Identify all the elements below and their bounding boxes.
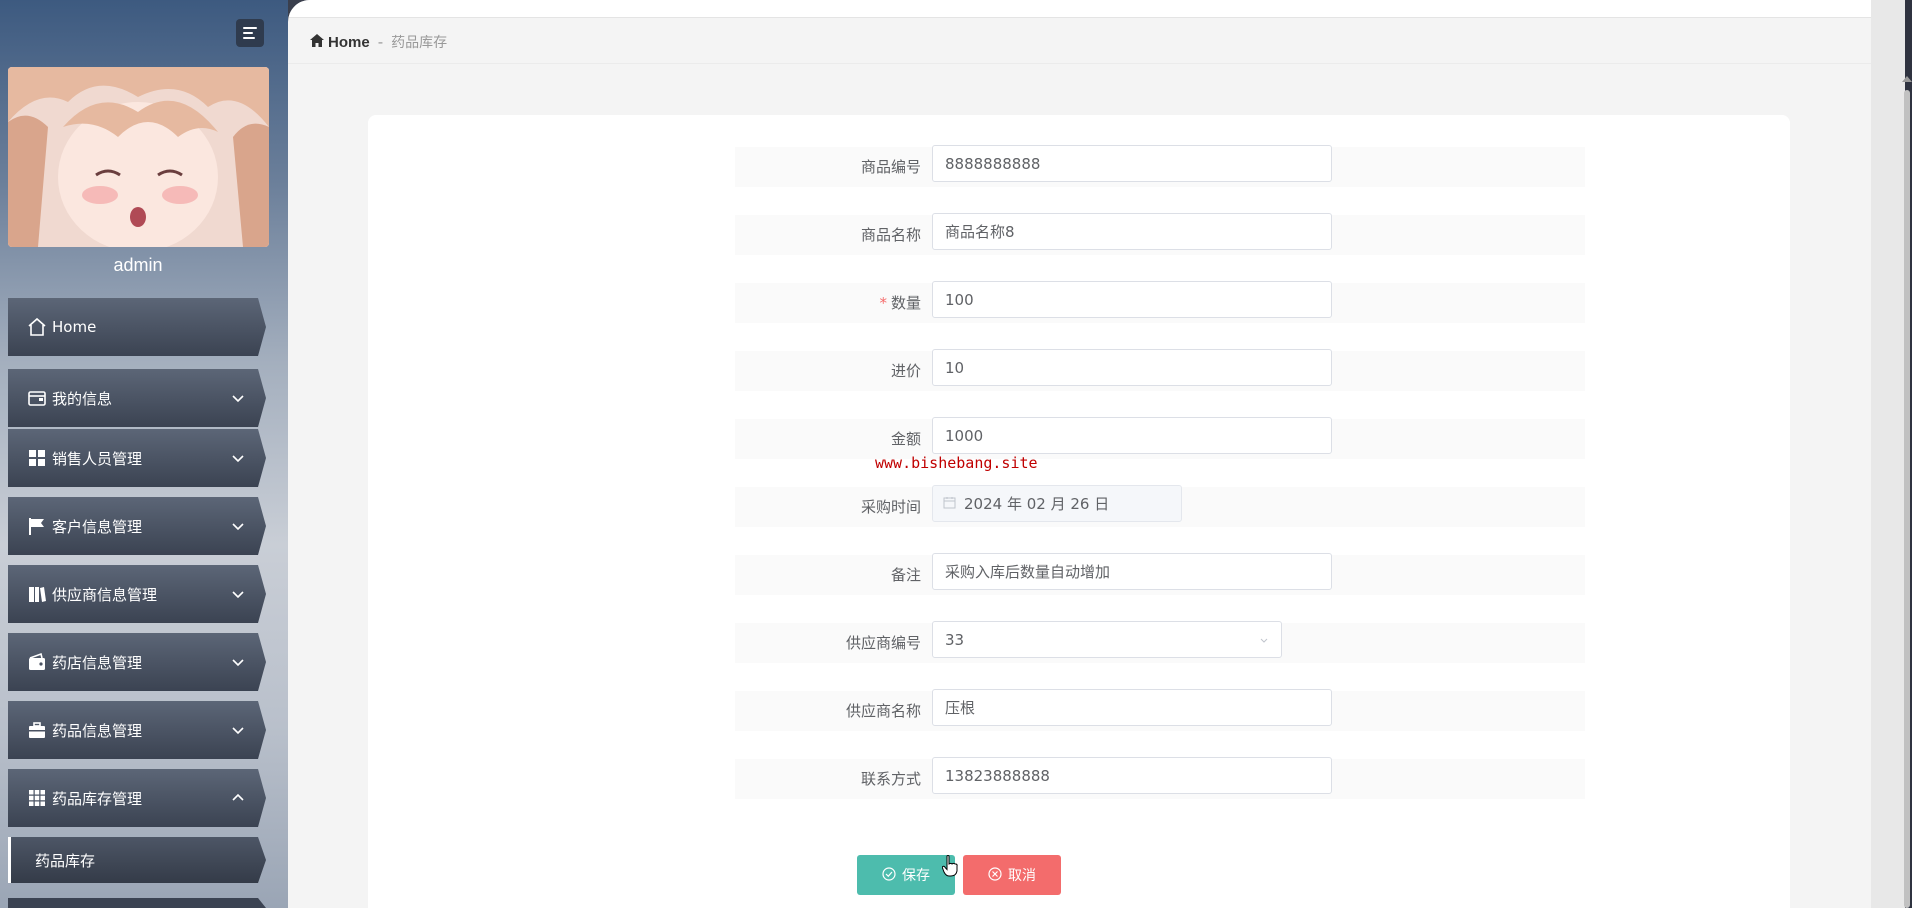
date-value: 2024 年 02 月 26 日 xyxy=(964,495,1110,513)
menu-item-drug-inventory[interactable]: 药品库存管理 xyxy=(8,769,266,827)
home-icon xyxy=(310,33,324,51)
menu-item-drug-info[interactable]: 药品信息管理 xyxy=(8,701,266,759)
chevron-down-icon xyxy=(228,652,248,672)
menu-item-next[interactable] xyxy=(8,898,266,908)
menu-label: Home xyxy=(52,318,97,336)
username: admin xyxy=(113,255,163,275)
product-name-label: 商品名称 xyxy=(860,226,921,244)
menu-label: 药店信息管理 xyxy=(52,653,143,672)
breadcrumb-separator: - xyxy=(377,33,384,51)
menu-item-supplier-info[interactable]: 供应商信息管理 xyxy=(8,565,266,623)
grid-icon xyxy=(26,447,48,469)
breadcrumb-home[interactable]: Home xyxy=(310,33,370,51)
form-row-quantity: * 数量 xyxy=(735,281,1585,323)
quantity-input[interactable] xyxy=(932,281,1332,318)
select-value: 33 xyxy=(945,630,965,649)
menu-label: 销售人员管理 xyxy=(52,449,143,468)
top-bar xyxy=(288,0,1871,18)
scroll-up-icon[interactable] xyxy=(1902,76,1912,82)
save-button[interactable]: 保存 xyxy=(857,855,955,895)
form-row-supplier-code: 供应商编号 33 xyxy=(735,621,1585,663)
book-icon xyxy=(26,583,48,605)
supplier-name-input[interactable] xyxy=(932,689,1332,726)
chevron-down-icon xyxy=(228,516,248,536)
supplier-code-select[interactable]: 33 xyxy=(932,621,1282,658)
chevron-down-icon xyxy=(228,584,248,604)
purchase-price-input[interactable] xyxy=(932,349,1332,386)
product-code-label: 商品编号 xyxy=(860,158,921,176)
watermark-text: www.bishebang.site xyxy=(875,454,1038,472)
breadcrumb-home-label: Home xyxy=(328,33,370,51)
sidebar: admin Home 我的信息 销售人员管理 客户信息管理 供应商信息管理 药店… xyxy=(0,0,288,908)
submenu-item-drug-stock[interactable]: 药品库存 xyxy=(8,837,266,883)
form-row-purchase-time: 采购时间 2024 年 02 月 26 日 xyxy=(735,485,1585,527)
contact-input[interactable] xyxy=(932,757,1332,794)
required-mark: * xyxy=(879,294,887,312)
chevron-down-icon xyxy=(228,388,248,408)
menu-item-home[interactable]: Home xyxy=(8,298,266,356)
menu-label: 供应商信息管理 xyxy=(52,585,158,604)
form-row-remark: 备注 xyxy=(735,553,1585,595)
grid-icon xyxy=(26,787,48,809)
form-row-amount: 金额 xyxy=(735,417,1585,459)
form-row-supplier-name: 供应商名称 xyxy=(735,689,1585,731)
cancel-label: 取消 xyxy=(1008,867,1036,883)
chevron-down-icon xyxy=(228,720,248,740)
form-row-product-code: 商品编号 xyxy=(735,145,1585,187)
briefcase-icon xyxy=(26,719,48,741)
menu-label: 药品库存管理 xyxy=(52,789,143,808)
save-label: 保存 xyxy=(902,867,930,883)
menu-item-customer-info[interactable]: 客户信息管理 xyxy=(8,497,266,555)
chevron-down-icon xyxy=(228,448,248,468)
form-row-product-name: 商品名称 xyxy=(735,213,1585,255)
menu-label: 客户信息管理 xyxy=(52,517,143,536)
quantity-label: * 数量 xyxy=(879,294,921,312)
flag-icon xyxy=(26,515,48,537)
wallet-icon xyxy=(26,651,48,673)
divider xyxy=(288,63,1871,64)
avatar xyxy=(8,67,269,247)
form-card: 商品编号 商品名称 *数量 进价 金额 采购时间 xyxy=(368,115,1790,908)
remark-label: 备注 xyxy=(890,566,921,584)
amount-input[interactable] xyxy=(932,417,1332,454)
collapse-menu-icon[interactable] xyxy=(236,19,264,47)
breadcrumb-current: 药品库存 xyxy=(391,35,448,51)
menu-label: 药品信息管理 xyxy=(52,721,143,740)
chevron-up-icon xyxy=(228,788,248,808)
amount-label: 金额 xyxy=(890,430,921,448)
breadcrumb: Home - 药品库存 xyxy=(310,30,447,54)
calendar-icon xyxy=(943,495,956,513)
menu-item-sales-staff[interactable]: 销售人员管理 xyxy=(8,429,266,487)
hand-cursor-icon xyxy=(941,855,958,877)
form-row-contact: 联系方式 xyxy=(735,757,1585,799)
wallet-icon xyxy=(26,387,48,409)
scrollbar[interactable] xyxy=(1904,90,1910,908)
menu-item-pharmacy-info[interactable]: 药店信息管理 xyxy=(8,633,266,691)
cancel-button[interactable]: 取消 xyxy=(963,855,1061,895)
chevron-down-icon xyxy=(1259,631,1269,649)
purchase-price-label: 进价 xyxy=(890,362,921,380)
product-code-input[interactable] xyxy=(932,145,1332,182)
supplier-name-label: 供应商名称 xyxy=(845,702,921,720)
form-row-purchase-price: 进价 xyxy=(735,349,1585,391)
menu-label: 我的信息 xyxy=(52,389,113,408)
purchase-time-date-picker[interactable]: 2024 年 02 月 26 日 xyxy=(932,485,1182,522)
home-icon xyxy=(26,316,48,338)
submenu-label: 药品库存 xyxy=(35,851,96,870)
close-circle-icon xyxy=(988,866,1002,884)
purchase-time-label: 采购时间 xyxy=(860,498,921,516)
remark-input[interactable] xyxy=(932,553,1332,590)
menu-item-my-info[interactable]: 我的信息 xyxy=(8,369,266,427)
product-name-input[interactable] xyxy=(932,213,1332,250)
main-content: Home - 药品库存 商品编号 商品名称 *数量 进价 金额 xyxy=(288,0,1871,908)
contact-label: 联系方式 xyxy=(860,770,921,788)
supplier-code-label: 供应商编号 xyxy=(845,634,921,652)
check-circle-icon xyxy=(882,866,896,884)
